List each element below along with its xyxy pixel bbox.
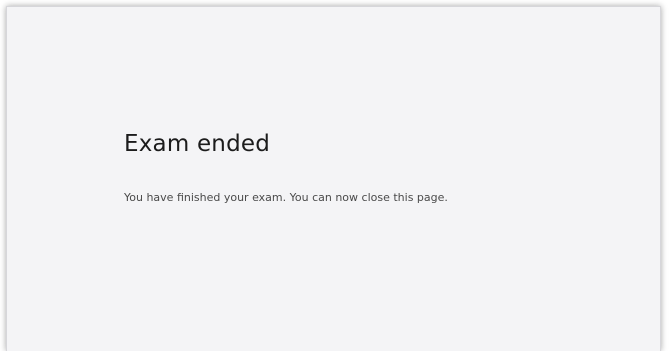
page-window: Exam ended You have finished your exam. …: [6, 6, 661, 351]
page-title: Exam ended: [124, 131, 271, 157]
exam-finished-message: You have finished your exam. You can now…: [124, 191, 448, 204]
exam-ended-panel: Exam ended You have finished your exam. …: [124, 129, 644, 206]
